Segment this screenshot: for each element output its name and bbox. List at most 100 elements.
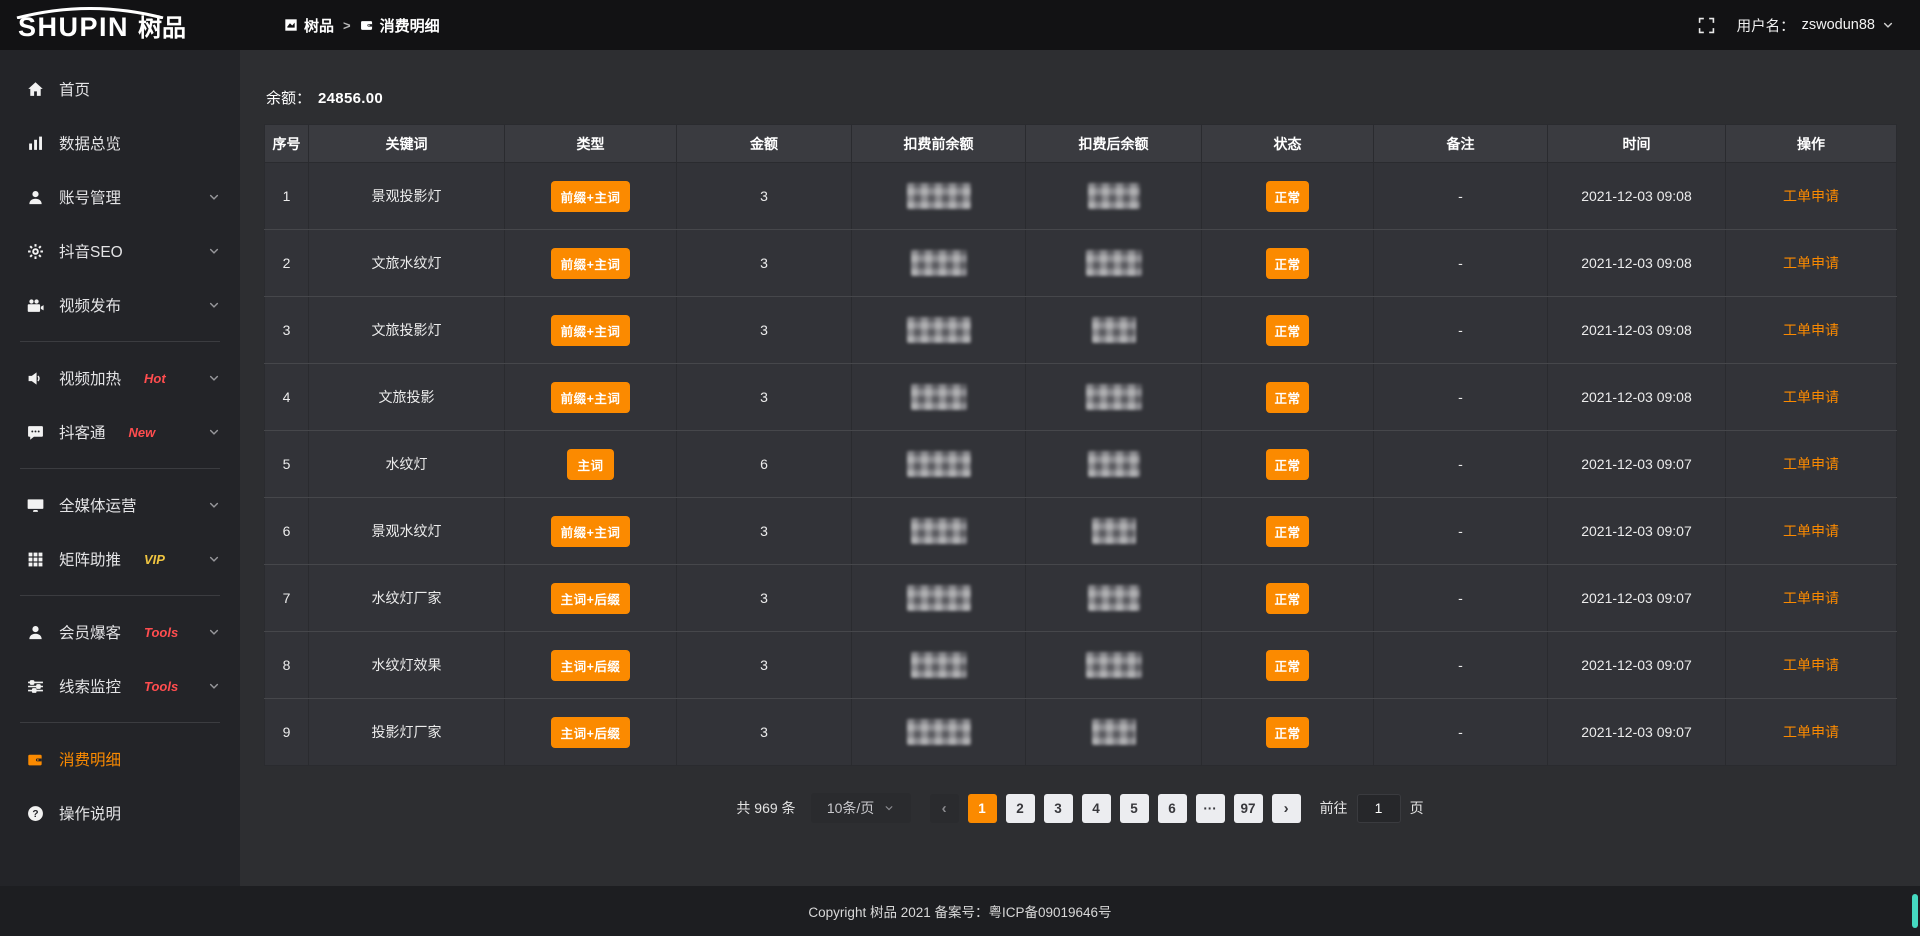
- sidebar-item-video-heat[interactable]: 视频加热 Hot: [0, 351, 240, 405]
- page-button-5[interactable]: 5: [1120, 794, 1149, 823]
- chevron-down-icon: [208, 372, 220, 384]
- cell-remark: -: [1374, 163, 1548, 230]
- censored-balance-before: [907, 183, 971, 209]
- chevron-down-icon: [1882, 19, 1894, 31]
- sidebar-item-badge: New: [129, 425, 156, 440]
- breadcrumb-separator: >: [343, 18, 351, 33]
- cell-index: 1: [265, 163, 309, 230]
- column-header: 状态: [1202, 125, 1374, 163]
- work-order-link[interactable]: 工单申请: [1783, 657, 1839, 673]
- prev-page-button[interactable]: ‹: [930, 794, 959, 823]
- table-row: 6 景观水纹灯 前缀+主词 3 正常 - 2021-12-03 09:07 工单…: [265, 498, 1897, 565]
- column-header: 操作: [1726, 125, 1897, 163]
- sidebar-item-media-operation[interactable]: 全媒体运营: [0, 478, 240, 532]
- breadcrumb-root[interactable]: 树品: [284, 15, 334, 36]
- work-order-link[interactable]: 工单申请: [1783, 724, 1839, 740]
- chevron-down-icon: [208, 553, 220, 565]
- work-order-link[interactable]: 工单申请: [1783, 255, 1839, 271]
- goto-page: 前往 页: [1320, 794, 1424, 823]
- work-order-link[interactable]: 工单申请: [1783, 389, 1839, 405]
- cell-time: 2021-12-03 09:07: [1548, 498, 1726, 565]
- fullscreen-icon[interactable]: [1698, 17, 1715, 34]
- page-size-select[interactable]: 10条/页: [811, 793, 911, 823]
- column-header: 序号: [265, 125, 309, 163]
- sidebar-item-member-baoke[interactable]: 会员爆客 Tools: [0, 605, 240, 659]
- work-order-link[interactable]: 工单申请: [1783, 188, 1839, 204]
- work-order-link[interactable]: 工单申请: [1783, 523, 1839, 539]
- status-badge: 正常: [1266, 382, 1308, 413]
- cell-amount: 3: [677, 230, 852, 297]
- status-badge: 正常: [1266, 650, 1308, 681]
- censored-balance-after: [1092, 317, 1136, 343]
- page-button-1[interactable]: 1: [968, 794, 997, 823]
- page-button-97[interactable]: 97: [1234, 794, 1263, 823]
- sidebar-item-label: 会员爆客: [59, 621, 121, 643]
- sidebar-item-label: 视频发布: [59, 294, 121, 316]
- sidebar-item-home[interactable]: 首页: [0, 62, 240, 116]
- scrollbar-thumb[interactable]: [1912, 894, 1918, 928]
- censored-balance-before: [907, 585, 971, 611]
- cell-balance-after: [1026, 699, 1202, 766]
- sidebar-item-label: 操作说明: [59, 802, 121, 824]
- cell-amount: 3: [677, 498, 852, 565]
- censored-balance-after: [1092, 518, 1136, 544]
- work-order-link[interactable]: 工单申请: [1783, 590, 1839, 606]
- cell-balance-before: [852, 297, 1026, 364]
- page-button-2[interactable]: 2: [1006, 794, 1035, 823]
- page-button-4[interactable]: 4: [1082, 794, 1111, 823]
- sidebar-item-matrix-boost[interactable]: 矩阵助推 VIP: [0, 532, 240, 586]
- grid-icon: [27, 551, 44, 568]
- table-row: 7 水纹灯厂家 主词+后缀 3 正常 - 2021-12-03 09:07 工单…: [265, 565, 1897, 632]
- sidebar-item-badge: Tools: [144, 625, 178, 640]
- sidebar-item-label: 首页: [59, 78, 90, 100]
- cell-balance-after: [1026, 431, 1202, 498]
- cell-action: 工单申请: [1726, 230, 1897, 297]
- sidebar-divider: [20, 468, 220, 469]
- cell-balance-before: [852, 230, 1026, 297]
- page-size-value: 10条/页: [827, 798, 874, 818]
- censored-balance-before: [907, 719, 971, 745]
- work-order-link[interactable]: 工单申请: [1783, 322, 1839, 338]
- cell-type: 主词+后缀: [505, 632, 677, 699]
- cell-keyword: 景观水纹灯: [309, 498, 505, 565]
- cell-amount: 3: [677, 632, 852, 699]
- sidebar-item-clue-monitor[interactable]: 线索监控 Tools: [0, 659, 240, 713]
- cell-keyword: 景观投影灯: [309, 163, 505, 230]
- sidebar-item-account-manage[interactable]: 账号管理: [0, 170, 240, 224]
- topbar: SHUPIN 树品 树品 > 消费明细 用户名： zswodun88: [0, 0, 1920, 50]
- home-icon: [27, 81, 44, 98]
- cell-index: 3: [265, 297, 309, 364]
- breadcrumb-current[interactable]: 消费明细: [360, 15, 440, 36]
- sidebar-item-douketong[interactable]: 抖客通 New: [0, 405, 240, 459]
- page-button-6[interactable]: 6: [1158, 794, 1187, 823]
- sidebar-item-consumption-detail[interactable]: 消费明细: [0, 732, 240, 786]
- page-button-ellipsis[interactable]: ···: [1196, 794, 1225, 823]
- cell-type: 前缀+主词: [505, 498, 677, 565]
- user-dropdown[interactable]: 用户名： zswodun88: [1737, 15, 1894, 36]
- cell-index: 7: [265, 565, 309, 632]
- goto-page-input[interactable]: [1357, 794, 1401, 823]
- cell-balance-before: [852, 632, 1026, 699]
- cell-status: 正常: [1202, 431, 1374, 498]
- next-page-button[interactable]: ›: [1272, 794, 1301, 823]
- cell-action: 工单申请: [1726, 699, 1897, 766]
- sidebar-item-badge: Tools: [144, 679, 178, 694]
- status-badge: 正常: [1266, 315, 1308, 346]
- cell-keyword: 文旅投影灯: [309, 297, 505, 364]
- cell-balance-after: [1026, 230, 1202, 297]
- dashboard-icon: [284, 18, 298, 32]
- work-order-link[interactable]: 工单申请: [1783, 456, 1839, 472]
- sidebar-item-instructions[interactable]: ? 操作说明: [0, 786, 240, 840]
- page-button-3[interactable]: 3: [1044, 794, 1073, 823]
- censored-balance-after: [1092, 719, 1136, 745]
- balance-label: 余额：: [266, 90, 311, 107]
- cell-action: 工单申请: [1726, 364, 1897, 431]
- sidebar-item-douyin-seo[interactable]: 抖音SEO: [0, 224, 240, 278]
- page-buttons: 123456 ··· 97: [968, 794, 1263, 823]
- type-badge: 前缀+主词: [551, 315, 631, 346]
- sidebar-item-data-overview[interactable]: 数据总览: [0, 116, 240, 170]
- column-header: 备注: [1374, 125, 1548, 163]
- sidebar-item-label: 全媒体运营: [59, 494, 137, 516]
- sidebar-item-video-publish[interactable]: 视频发布: [0, 278, 240, 332]
- cell-type: 主词: [505, 431, 677, 498]
